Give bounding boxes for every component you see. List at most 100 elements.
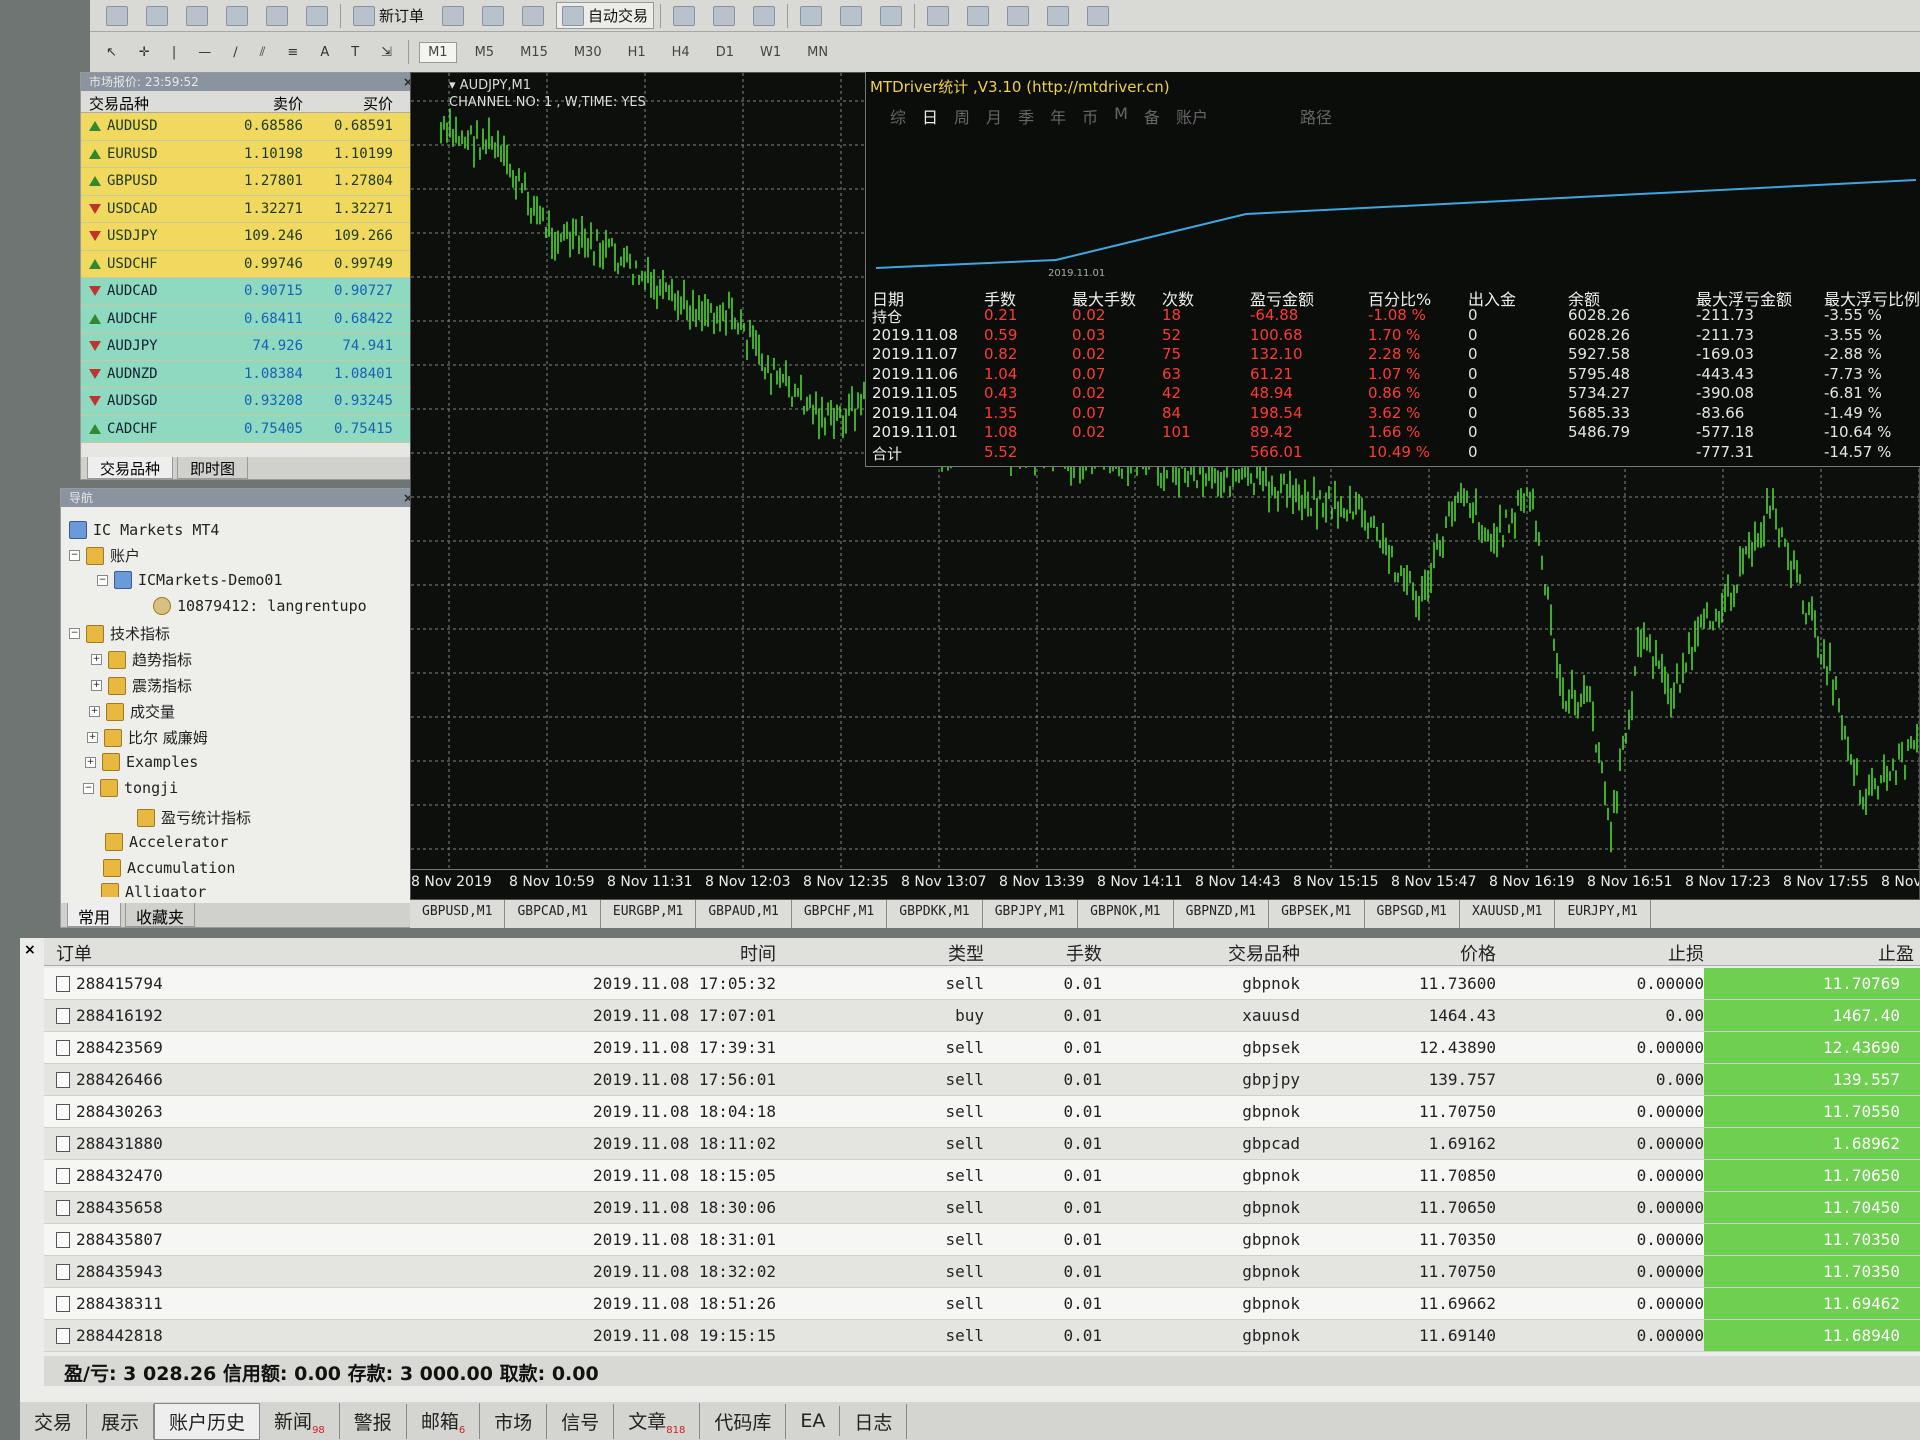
nav-accelerator[interactable]: Accelerator bbox=[105, 833, 228, 851]
chart-tab[interactable]: GBPNOK,M1 bbox=[1078, 900, 1174, 928]
expand-toggle[interactable]: + bbox=[85, 756, 96, 768]
tile-windows-button[interactable] bbox=[874, 3, 908, 29]
chart-tab[interactable]: GBPUSD,M1 bbox=[410, 900, 506, 928]
terminal-button[interactable] bbox=[300, 3, 334, 29]
order-row[interactable]: 288435807 2019.11.08 18:31:01 sell 0.01 gbpn… bbox=[44, 1224, 1920, 1256]
nav-examples[interactable]: + Examples bbox=[85, 753, 198, 771]
timeframe-d1[interactable]: D1 bbox=[708, 43, 742, 62]
timeframe-mn[interactable]: MN bbox=[799, 43, 836, 62]
nav-oscillators[interactable]: + 震荡指标 bbox=[91, 675, 192, 696]
stats-tab[interactable]: 备 bbox=[1144, 104, 1160, 128]
zoom-out-button[interactable] bbox=[834, 3, 868, 29]
chart-tab[interactable]: GBPSEK,M1 bbox=[1269, 900, 1365, 928]
market-row[interactable]: CADCHF 0.75405 0.75415 bbox=[81, 415, 419, 443]
terminal-tab[interactable]: 日志 bbox=[840, 1403, 908, 1439]
auto-trading-button[interactable]: 自动交易 bbox=[556, 2, 655, 29]
nav-tongji[interactable]: − tongji bbox=[83, 779, 178, 797]
meta-editor-button[interactable] bbox=[436, 3, 470, 29]
close-icon[interactable]: × bbox=[24, 942, 36, 958]
nav-user-account[interactable]: 10879412: langrentupo bbox=[153, 597, 367, 615]
chart-tab[interactable]: GBPSGD,M1 bbox=[1365, 900, 1460, 928]
strategy-tester-button[interactable] bbox=[476, 3, 510, 29]
stats-tab[interactable] bbox=[1224, 104, 1284, 128]
market-row[interactable]: AUDCHF 0.68411 0.68422 bbox=[81, 305, 419, 333]
chart-shift-button[interactable] bbox=[921, 3, 955, 29]
market-row[interactable]: AUDJPY 74.926 74.941 bbox=[81, 333, 419, 361]
timeframe-w1[interactable]: W1 bbox=[752, 43, 789, 62]
timeframe-m1[interactable]: M1 bbox=[419, 41, 457, 63]
timeframe-m15[interactable]: M15 bbox=[512, 43, 556, 62]
tab-tick-chart[interactable]: 即时图 bbox=[177, 457, 249, 479]
nav-volumes[interactable]: + 成交量 bbox=[89, 701, 175, 722]
crosshair-tool[interactable]: ✛ bbox=[133, 42, 156, 63]
auto-scroll-button[interactable] bbox=[961, 3, 995, 29]
terminal-tab[interactable]: 信号 bbox=[547, 1403, 615, 1439]
col-symbol[interactable]: 交易品种 bbox=[81, 91, 221, 113]
tab-symbols[interactable]: 交易品种 bbox=[87, 457, 174, 479]
collapse-toggle[interactable]: − bbox=[83, 782, 94, 794]
market-row[interactable]: USDCHF 0.99746 0.99749 bbox=[81, 250, 419, 278]
terminal-tab[interactable]: EA bbox=[786, 1406, 841, 1436]
stats-tab[interactable]: M bbox=[1114, 104, 1128, 128]
terminal-tab[interactable]: 交易 bbox=[20, 1403, 88, 1439]
timeframe-h4[interactable]: H4 bbox=[664, 43, 698, 62]
timeframe-m30[interactable]: M30 bbox=[566, 43, 610, 62]
market-row[interactable]: AUDUSD 0.68586 0.68591 bbox=[81, 113, 419, 141]
orders-col-header[interactable]: 类型 bbox=[786, 940, 984, 966]
order-row[interactable]: 288438311 2019.11.08 18:51:26 sell 0.01 gbpn… bbox=[44, 1288, 1920, 1320]
terminal-tab[interactable]: 新闻98 bbox=[260, 1402, 340, 1440]
order-row[interactable]: 288442818 2019.11.08 19:15:15 sell 0.01 gbpn… bbox=[44, 1320, 1920, 1352]
chart-tab[interactable]: GBPAUD,M1 bbox=[696, 900, 792, 928]
stats-tab[interactable]: 币 bbox=[1082, 104, 1098, 128]
order-row[interactable]: 288415794 2019.11.08 17:05:32 sell 0.01 gbpn… bbox=[44, 968, 1920, 1000]
market-watch-button[interactable] bbox=[180, 3, 214, 29]
new-order-button[interactable]: 新订单 bbox=[347, 2, 430, 29]
timeframe-h1[interactable]: H1 bbox=[620, 43, 654, 62]
chart-tab[interactable]: GBPCAD,M1 bbox=[505, 900, 601, 928]
new-chart-button[interactable] bbox=[100, 3, 134, 29]
order-row[interactable]: 288423569 2019.11.08 17:39:31 sell 0.01 gbps… bbox=[44, 1032, 1920, 1064]
collapse-toggle[interactable]: − bbox=[69, 550, 80, 561]
market-row[interactable]: EURUSD 1.10198 1.10199 bbox=[81, 140, 419, 168]
arrows-tool[interactable]: ⇲ bbox=[375, 42, 398, 63]
expand-toggle[interactable]: + bbox=[89, 706, 100, 717]
text-tool[interactable]: A bbox=[314, 42, 335, 63]
timeframe-m5[interactable]: M5 bbox=[467, 43, 503, 62]
orders-col-header[interactable]: 订单 bbox=[56, 940, 92, 966]
templates-button[interactable] bbox=[1081, 3, 1115, 29]
horizontal-line-tool[interactable]: — bbox=[192, 42, 217, 63]
channel-tool[interactable]: ⫽ bbox=[254, 42, 272, 63]
chart-tab[interactable]: EURJPY,M1 bbox=[1555, 900, 1651, 928]
fibonacci-tool[interactable]: ≡ bbox=[281, 42, 304, 63]
chart-tab[interactable]: GBPJPY,M1 bbox=[983, 900, 1079, 928]
candlesticks-button[interactable] bbox=[707, 3, 741, 29]
order-row[interactable]: 288435943 2019.11.08 18:32:02 sell 0.01 gbpn… bbox=[44, 1256, 1920, 1288]
tab-common[interactable]: 常用 bbox=[67, 903, 122, 927]
terminal-tab[interactable]: 代码库 bbox=[700, 1403, 787, 1439]
stats-tab[interactable]: 周 bbox=[954, 104, 970, 128]
orders-col-header[interactable]: 价格 bbox=[1306, 940, 1496, 966]
terminal-tab[interactable]: 展示 bbox=[87, 1403, 155, 1439]
orders-col-header[interactable]: 止盈 bbox=[1710, 940, 1914, 966]
stats-tab[interactable]: 路径 bbox=[1300, 104, 1332, 128]
market-row[interactable]: USDCAD 1.32271 1.32271 bbox=[81, 195, 419, 223]
expand-toggle[interactable]: + bbox=[91, 654, 102, 665]
stats-tab[interactable]: 账户 bbox=[1176, 104, 1208, 128]
stats-tab[interactable]: 季 bbox=[1018, 104, 1034, 128]
stats-tab[interactable]: 综 bbox=[890, 104, 906, 128]
order-row[interactable]: 288435658 2019.11.08 18:30:06 sell 0.01 gbpn… bbox=[44, 1192, 1920, 1224]
nav-pnl-indicator[interactable]: 盈亏统计指标 bbox=[137, 807, 251, 828]
vertical-line-tool[interactable]: | bbox=[166, 42, 182, 63]
chart-tab[interactable]: EURGBP,M1 bbox=[601, 900, 697, 928]
orders-col-header[interactable]: 手数 bbox=[988, 940, 1102, 966]
nav-accounts[interactable]: − 账户 bbox=[69, 545, 140, 566]
market-row[interactable]: GBPUSD 1.27801 1.27804 bbox=[81, 168, 419, 196]
navigator-button[interactable] bbox=[260, 3, 294, 29]
stats-tab[interactable]: 日 bbox=[922, 104, 938, 128]
chart-tab[interactable]: XAUUSD,M1 bbox=[1460, 900, 1556, 928]
zoom-in-button[interactable] bbox=[794, 3, 828, 29]
nav-trend[interactable]: + 趋势指标 bbox=[91, 649, 192, 670]
label-tool[interactable]: T bbox=[345, 42, 365, 63]
nav-accumulation[interactable]: Accumulation bbox=[103, 859, 235, 877]
stats-tab[interactable]: 年 bbox=[1050, 104, 1066, 128]
